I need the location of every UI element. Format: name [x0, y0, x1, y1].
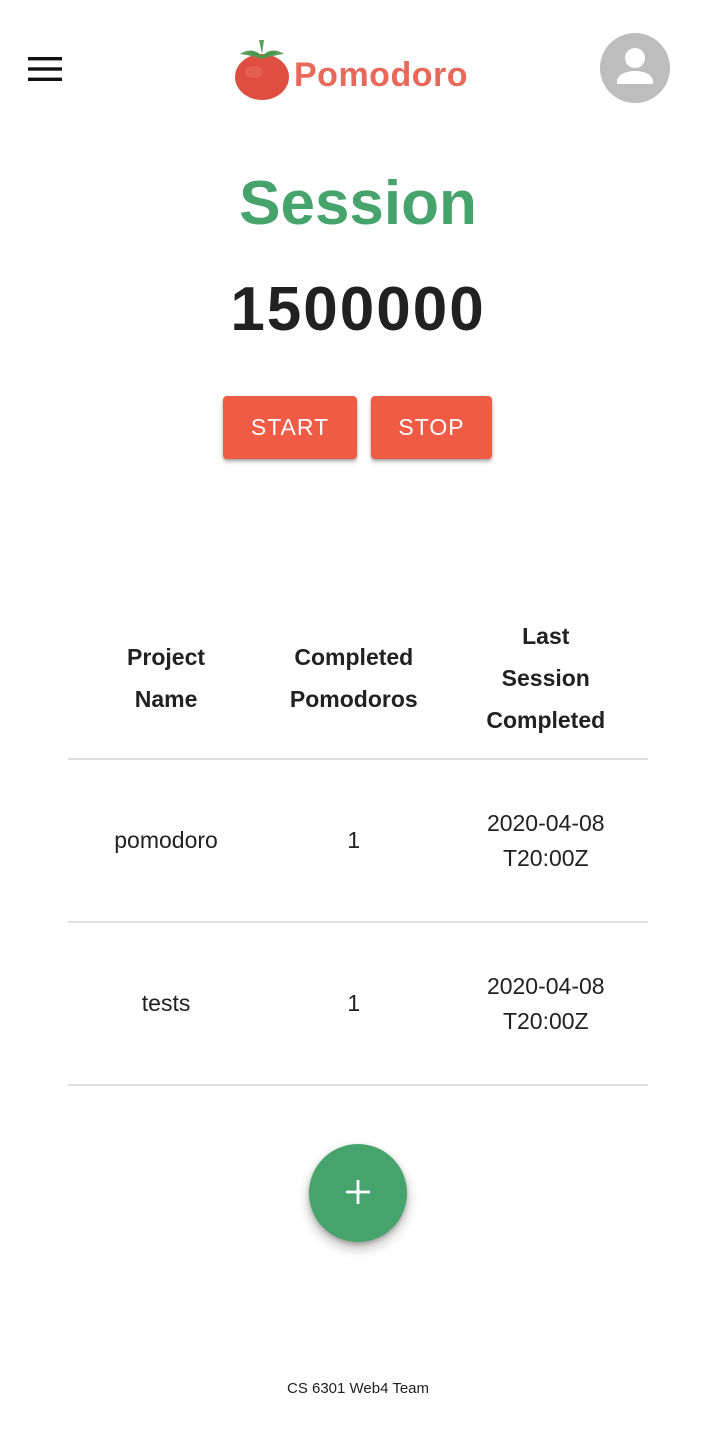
tomato-icon	[232, 36, 292, 107]
last-session-cell: 2020-04-08T20:00Z	[443, 759, 648, 923]
column-header-completed-pomodoros[interactable]: Completed Pomodoros	[264, 598, 444, 760]
completed-pomodoros-cell: 1	[264, 922, 444, 1086]
session-title: Session	[239, 169, 477, 238]
account-circle-icon	[600, 33, 670, 103]
projects-table: Project Name Completed Pomodoros Last Se…	[68, 598, 648, 1086]
table-row[interactable]: pomodoro 1 2020-04-08T20:00Z	[68, 759, 648, 923]
start-button[interactable]: START	[223, 396, 357, 459]
stop-button[interactable]: STOP	[371, 396, 492, 459]
column-header-last-session-completed[interactable]: Last Session Completed	[443, 598, 648, 760]
account-avatar[interactable]	[600, 33, 670, 103]
project-name-cell: pomodoro	[68, 759, 265, 923]
column-header-project-name[interactable]: Project Name	[68, 598, 265, 760]
completed-pomodoros-cell: 1	[264, 759, 444, 923]
project-name-cell: tests	[68, 922, 265, 1086]
hamburger-menu-icon[interactable]	[22, 50, 68, 88]
last-session-cell: 2020-04-08T20:00Z	[443, 922, 648, 1086]
table-row[interactable]: tests 1 2020-04-08T20:00Z	[68, 922, 648, 1086]
session-timer: 1500000	[230, 275, 486, 344]
app-page: Pomodoro Session 1500000 START STOP Proj…	[0, 0, 716, 1444]
table-header-row: Project Name Completed Pomodoros Last Se…	[68, 598, 648, 760]
add-icon	[344, 1178, 372, 1209]
footer-credit: CS 6301 Web4 Team	[286, 1380, 430, 1397]
app-logo[interactable]: Pomodoro	[232, 36, 468, 106]
add-project-button[interactable]	[309, 1144, 407, 1242]
app-title: Pomodoro	[294, 55, 468, 94]
